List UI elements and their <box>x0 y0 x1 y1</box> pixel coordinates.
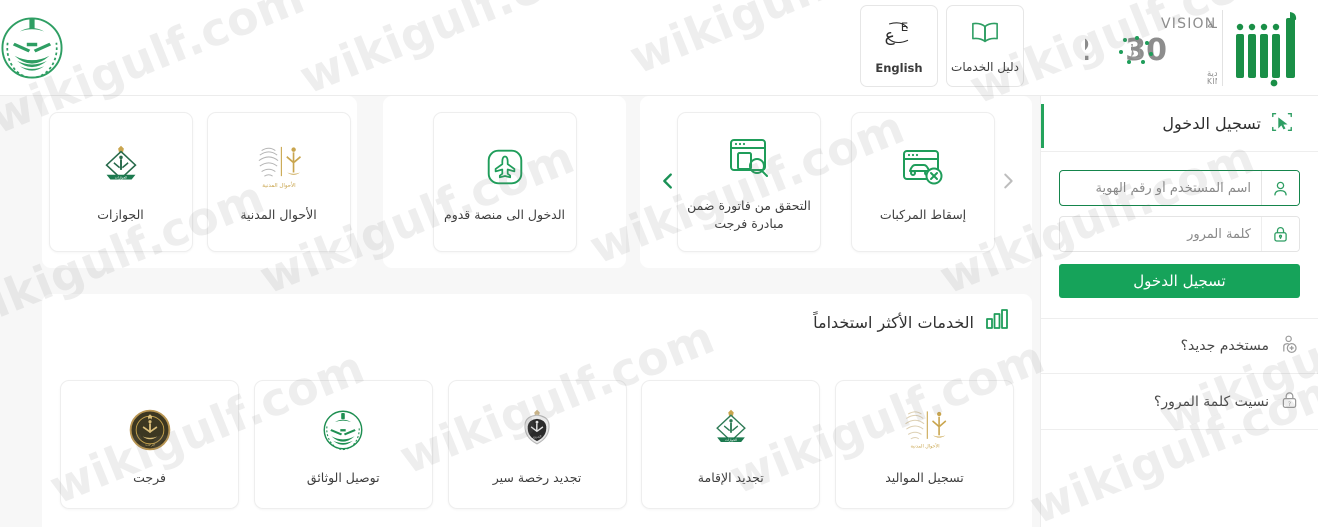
service-card-passports[interactable]: الجوازات الجوازات <box>48 112 193 252</box>
new-user-label: مستخدم جديد؟ <box>1180 338 1269 354</box>
password-input[interactable] <box>1060 217 1261 251</box>
passports-emblem: الجوازات <box>94 140 148 194</box>
username-field-wrapper[interactable] <box>1059 170 1300 206</box>
site-header: ع E English دليل الخدمات ـة VISION 30 دي… <box>0 0 1318 96</box>
absher-homepage: ع E English دليل الخدمات ـة VISION 30 دي… <box>0 0 1318 527</box>
svg-text:VISION: VISION <box>1161 16 1216 32</box>
most-used-card-label: فرجت <box>133 470 166 485</box>
invoice-search-icon <box>725 131 773 185</box>
most-used-card-document-delivery[interactable]: توصيل الوثائق <box>253 380 433 509</box>
svg-text:?: ? <box>1288 401 1291 408</box>
passports-emblem: الجوازات <box>705 404 757 456</box>
service-card-label: إسقاط المركبات <box>879 206 967 222</box>
service-card-label: الجوازات <box>97 206 144 222</box>
login-links: مستخدم جديد؟ ? نسيت كلمة المرور؟ <box>1041 318 1318 430</box>
service-card-vehicle-deregistration[interactable]: إسقاط المركبات <box>851 112 995 252</box>
most-used-card-label: تجديد الإقامة <box>697 470 764 485</box>
svg-text:الأحوال المدنية: الأحوال المدنية <box>910 443 939 450</box>
carousel-panel-a: التحقق من فاتورة ضمن مبادرة فرجت إسقاط ا… <box>640 96 1032 268</box>
most-used-card-renew-vehicle-license[interactable]: المرور تجديد رخصة سير <box>447 380 627 509</box>
svg-text:الجوازات: الجوازات <box>114 176 127 180</box>
service-card-label: التحقق من فاتورة ضمن مبادرة فرجت <box>687 197 811 231</box>
english-language-button[interactable]: ع E English <box>860 5 938 87</box>
most-used-card-birth-registration[interactable]: الأحوال المدنية تسجيل المواليد <box>835 380 1014 509</box>
svg-text:KINGDOM OF SAUDI ARABIA: KINGDOM OF SAUDI ARABIA <box>1207 77 1217 86</box>
login-form: تسجيل الدخول <box>1041 152 1318 298</box>
airplane-icon <box>482 140 528 194</box>
carousel-panel-c: الجوازات الجوازات الأحوال المدنية الأحوا… <box>42 96 357 268</box>
svg-text:30: 30 <box>1125 33 1167 68</box>
main-content: التحقق من فاتورة ضمن مبادرة فرجت إسقاط ا… <box>0 96 1318 527</box>
svg-text:2: 2 <box>1085 33 1091 68</box>
most-used-cards: الأحوال المدنية تسجيل المواليد الجوازات … <box>60 380 1014 509</box>
login-panel: تسجيل الدخول اسم المستخدم أو رقم الهوية … <box>1040 96 1318 527</box>
svg-text:فرجت: فرجت <box>145 443 155 447</box>
service-card-invoice-farajat[interactable]: التحقق من فاتورة ضمن مبادرة فرجت <box>677 112 821 252</box>
vehicle-deregistration-icon <box>899 140 947 194</box>
password-field-wrapper[interactable] <box>1059 216 1300 252</box>
english-button-label: English <box>875 60 923 75</box>
service-card-qadoum[interactable]: الدخول الى منصة قدوم <box>432 112 577 252</box>
svg-text:الأحوال المدنية: الأحوال المدنية <box>262 181 295 189</box>
civil-affairs-emblem: الأحوال المدنية <box>894 404 956 456</box>
most-used-card-label: توصيل الوثائق <box>306 470 380 485</box>
carousel-next-button[interactable] <box>995 168 1021 194</box>
services-guide-button[interactable]: دليل الخدمات <box>946 5 1024 87</box>
login-accent-bar <box>1041 104 1044 148</box>
services-guide-label: دليل الخدمات <box>951 59 1019 74</box>
vision-2030-logo: رؤيــــة VISION 2 30 المملكة العربية الس… <box>1070 12 1318 86</box>
user-icon <box>1261 171 1299 205</box>
most-used-header: الخدمات الأكثر استخداماً <box>813 308 1010 336</box>
cursor-select-icon <box>1270 110 1294 138</box>
carousel-panel-b: الدخول الى منصة قدوم <box>383 96 626 268</box>
book-icon <box>969 19 1001 51</box>
add-user-icon <box>1279 334 1300 359</box>
farajat-emblem: فرجت <box>126 404 174 456</box>
ministry-of-interior-emblem <box>318 404 368 456</box>
most-used-card-label: تسجيل المواليد <box>885 470 964 485</box>
most-used-card-renew-residency[interactable]: الجوازات تجديد الإقامة <box>641 380 821 509</box>
new-user-link[interactable]: مستخدم جديد؟ <box>1041 318 1318 374</box>
services-column: التحقق من فاتورة ضمن مبادرة فرجت إسقاط ا… <box>0 96 1040 527</box>
service-card-civil-affairs[interactable]: الأحوال المدنية الأحوال المدنية <box>206 112 351 252</box>
username-input[interactable] <box>1060 171 1261 205</box>
lock-icon <box>1261 217 1299 251</box>
service-card-label: الدخول الى منصة قدوم <box>443 206 566 222</box>
service-card-label: الأحوال المدنية <box>240 206 317 222</box>
login-header: تسجيل الدخول <box>1041 96 1318 152</box>
login-submit-button[interactable]: تسجيل الدخول <box>1059 264 1300 298</box>
absher-logo[interactable] <box>1228 8 1308 88</box>
header-buttons: ع E English دليل الخدمات <box>860 5 1024 87</box>
carousel-prev-button[interactable] <box>655 168 681 194</box>
arabic-english-toggle-icon: ع E <box>881 18 917 52</box>
lock-question-icon: ? <box>1279 389 1300 414</box>
header-divider <box>1222 10 1223 86</box>
svg-text:الجوازات: الجوازات <box>725 438 737 442</box>
svg-text:المرور: المرور <box>532 434 542 438</box>
forgot-password-link[interactable]: ? نسيت كلمة المرور؟ <box>1041 374 1318 430</box>
most-used-services-panel: الخدمات الأكثر استخداماً الأحوال المدنية… <box>42 294 1032 527</box>
traffic-department-emblem: المرور <box>513 404 561 456</box>
bar-chart-icon <box>984 308 1010 336</box>
svg-text:ع: ع <box>885 26 896 46</box>
most-used-card-label: تجديد رخصة سير <box>492 470 582 485</box>
forgot-password-label: نسيت كلمة المرور؟ <box>1153 393 1269 410</box>
ministry-of-interior-emblem[interactable] <box>0 8 78 88</box>
login-title: تسجيل الدخول <box>1162 114 1261 133</box>
civil-affairs-emblem: الأحوال المدنية <box>247 140 311 194</box>
most-used-card-farajat[interactable]: فرجت فرجت <box>60 380 239 509</box>
most-used-title: الخدمات الأكثر استخداماً <box>813 312 974 332</box>
